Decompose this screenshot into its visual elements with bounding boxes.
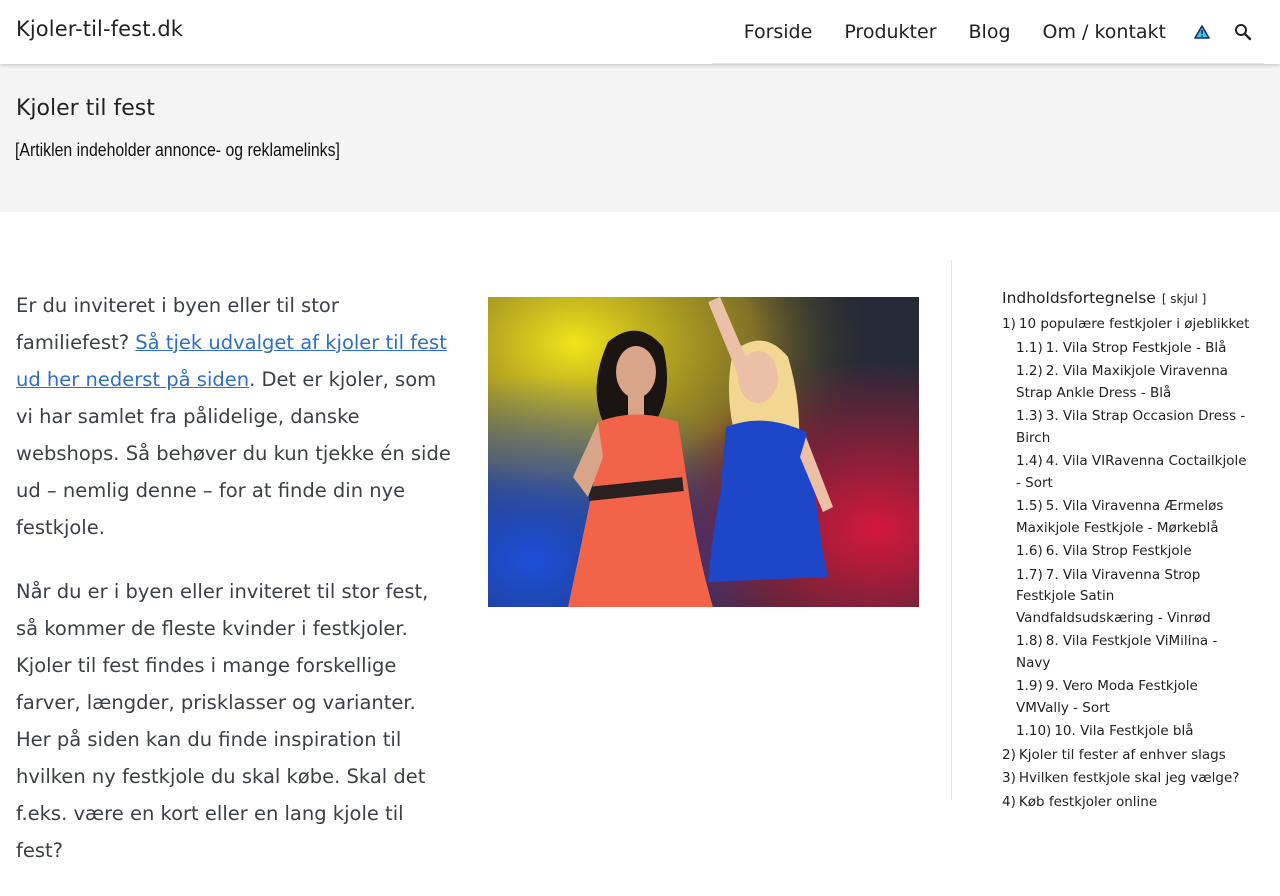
toc-item[interactable]: 1.7) 7. Vila Viravenna Strop Festkjole Sa… [1002,565,1252,630]
sidebar-divider [951,260,952,800]
toc-item[interactable]: 1.10) 10. Vila Festkjole blå [1002,721,1252,743]
toc-item-number: 1.5) [1016,498,1043,514]
page-title: Kjoler til fest [16,96,155,121]
nav-item-produkter[interactable]: Produkter [844,21,936,43]
toc-item[interactable]: 4) Køb festkjoler online [1002,792,1252,814]
toc-item[interactable]: 1.2) 2. Vila Maxikjole Viravenna Strap An… [1002,361,1252,404]
toc-item-number: 1.3) [1016,408,1043,424]
toc-item-label[interactable]: 9. Vero Moda Festkjole VMVally - Sort [1016,678,1198,716]
toc-item-number: 1.1) [1016,339,1043,356]
site-header: Kjoler-til-fest.dk Forside Produkter Blo… [0,0,1280,64]
toc-item-label[interactable]: 10. Vila Festkjole blå [1054,723,1193,739]
toc-item[interactable]: 1.6) 6. Vila Strop Festkjole [1002,541,1252,563]
toc-item-label[interactable]: Hvilken festkjole skal jeg vælge? [1019,770,1240,786]
toc-item-number: 1.9) [1016,678,1043,694]
toc-item-label[interactable]: 5. Vila Viravenna Ærmeløs Maxikjole Fest… [1016,498,1223,536]
intro-text-end: . Det er kjoler, som vi har samlet fra p… [16,368,451,539]
toc-item[interactable]: 1.5) 5. Vila Viravenna Ærmeløs Maxikjole … [1002,496,1252,539]
toc-item-number: 1.8) [1016,633,1043,649]
toc-item-label[interactable]: 1. Vila Strop Festkjole - Blå [1046,340,1227,356]
toc-item-number: 2) [1002,746,1016,763]
ad-disclaimer: [Artiklen indeholder annonce- og reklame… [15,140,340,160]
toc-item-label[interactable]: Køb festkjoler online [1019,794,1157,810]
toc-item[interactable]: 1) 10 populære festkjoler i øjeblikket [1002,314,1252,336]
toc-item-number: 1.10) [1016,723,1052,739]
toc-item-label[interactable]: 7. Vila Viravenna Strop Festkjole Satin … [1016,567,1211,626]
toc-item-number: 1.6) [1016,543,1043,559]
toc-item[interactable]: 1.9) 9. Vero Moda Festkjole VMVally - Sor… [1002,676,1252,719]
site-title[interactable]: Kjoler-til-fest.dk [16,17,183,41]
toc-item-number: 1.2) [1016,363,1043,379]
table-of-contents: Indholdsfortegnelse [ skjul ] 1) 10 populæ… [1002,289,1252,815]
intro-paragraph: Er du inviteret i byen eller til stor fa… [16,287,456,546]
nav-item-blog[interactable]: Blog [969,21,1011,43]
toc-item-label[interactable]: 10 populære festkjoler i øjeblikket [1019,316,1250,332]
toc-item-label[interactable]: Kjoler til fester af enhver slags [1019,747,1226,763]
toc-item-label[interactable]: 6. Vila Strop Festkjole [1046,543,1192,559]
nav-item-forside[interactable]: Forside [744,21,813,43]
toc-item[interactable]: 1.8) 8. Vila Festkjole ViMilina - Navy [1002,631,1252,674]
toc-item-number: 1.4) [1016,453,1043,469]
toc-item-number: 1.7) [1016,566,1043,583]
toc-hide-toggle[interactable]: [ skjul ] [1162,292,1206,306]
article-body: Er du inviteret i byen eller til stor fa… [16,287,456,896]
toc-item-number: 1) [1002,316,1016,332]
toc-item-label[interactable]: 8. Vila Festkjole ViMilina - Navy [1016,633,1217,671]
toc-item[interactable]: 1.3) 3. Vila Strap Occasion Dress - Birch [1002,406,1252,449]
main-nav: Forside Produkter Blog Om / kontakt [711,0,1264,64]
toc-item[interactable]: 1.4) 4. Vila VIRavenna Coctailkjole - Sor… [1002,451,1252,494]
toc-title: Indholdsfortegnelse [1002,289,1156,307]
toc-item[interactable]: 3) Hvilken festkjole skal jeg vælge? [1002,768,1252,790]
search-icon[interactable] [1234,23,1252,41]
second-paragraph: Når du er i byen eller inviteret til sto… [16,580,429,862]
toc-item-number: 4) [1002,793,1016,810]
toc-header: Indholdsfortegnelse [ skjul ] [1002,289,1252,307]
toc-item[interactable]: 1.1) 1. Vila Strop Festkjole - Blå [1002,338,1252,360]
toc-item-label[interactable]: 4. Vila VIRavenna Coctailkjole - Sort [1016,453,1247,491]
nav-item-om-kontakt[interactable]: Om / kontakt [1043,21,1166,43]
toc-list: 1) 10 populære festkjoler i øjeblikket 1.1… [1002,314,1252,813]
toc-item-label[interactable]: 3. Vila Strap Occasion Dress - Birch [1016,408,1245,446]
warning-triangle-icon[interactable] [1194,24,1210,39]
toc-item-number: 3) [1002,770,1016,786]
party-women-photo [488,297,919,607]
page-hero: Kjoler til fest [Artiklen indeholder ann… [0,64,1280,212]
toc-item-label[interactable]: 2. Vila Maxikjole Viravenna Strap Ankle … [1016,363,1228,401]
toc-item[interactable]: 2) Kjoler til fester af enhver slags [1002,745,1252,767]
